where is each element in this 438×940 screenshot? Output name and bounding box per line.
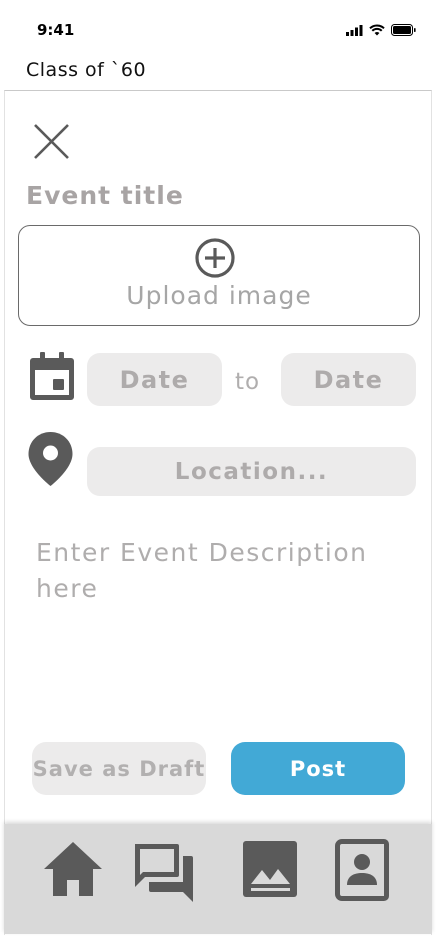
gallery-icon	[243, 841, 297, 897]
home-icon	[44, 842, 102, 896]
calendar-icon	[30, 352, 74, 400]
upload-label: Upload image	[126, 281, 312, 310]
upload-image-button[interactable]: Upload image	[18, 225, 420, 326]
wifi-icon	[369, 24, 385, 36]
tab-gallery[interactable]	[242, 840, 298, 898]
tab-home[interactable]	[42, 840, 104, 898]
status-icons	[346, 24, 416, 36]
tab-chat[interactable]	[131, 842, 195, 904]
close-icon	[34, 124, 69, 159]
status-time: 9:41	[37, 21, 75, 39]
add-circle-icon	[195, 238, 235, 278]
location-pin-icon	[28, 432, 73, 486]
page-title: Class of `60	[26, 59, 147, 81]
tab-contacts[interactable]	[334, 838, 390, 902]
close-button[interactable]	[30, 120, 74, 164]
bottom-tab-bar	[4, 824, 432, 934]
signal-icon	[346, 24, 363, 36]
event-title-input[interactable]: Event title	[26, 181, 184, 210]
battery-icon	[391, 24, 416, 36]
status-bar: 9:41	[0, 0, 438, 58]
save-draft-button[interactable]: Save as Draft	[32, 742, 206, 795]
chat-icon	[135, 844, 193, 902]
location-field[interactable]: Location...	[87, 447, 416, 496]
contacts-icon	[335, 839, 389, 901]
date-separator: to	[235, 369, 261, 395]
post-button[interactable]: Post	[231, 742, 405, 795]
event-description-input[interactable]: Enter Event Description here	[36, 535, 401, 607]
end-date-field[interactable]: Date	[281, 353, 416, 406]
form-panel	[4, 90, 432, 935]
start-date-field[interactable]: Date	[87, 353, 222, 406]
